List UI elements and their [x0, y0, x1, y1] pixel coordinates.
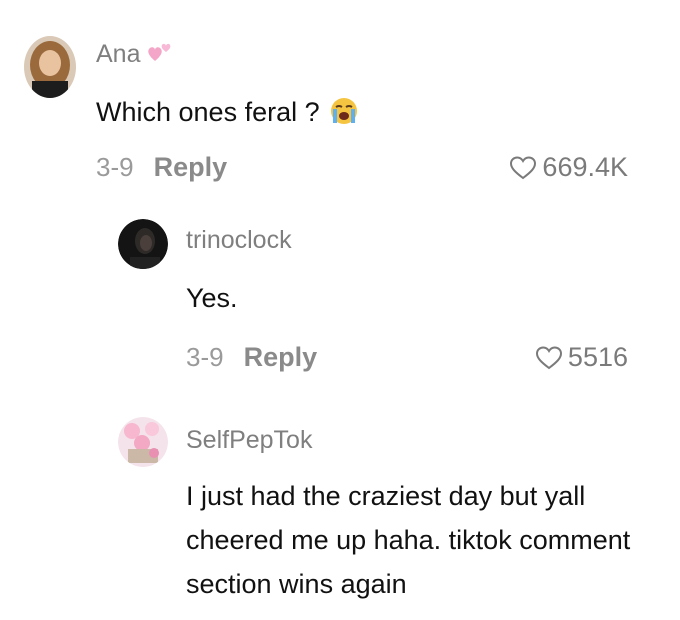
- comment-date: 3-9: [186, 342, 224, 372]
- username[interactable]: Ana: [96, 40, 173, 69]
- reply-button[interactable]: Reply: [154, 152, 228, 182]
- comment-date: 3-9: [96, 152, 134, 182]
- username[interactable]: trinoclock: [186, 226, 292, 255]
- comment-meta: 3-9 Reply: [96, 152, 227, 183]
- like-button[interactable]: 669.4K: [510, 152, 628, 183]
- heart-icon: [535, 345, 562, 369]
- avatar[interactable]: [118, 417, 168, 467]
- reply-button[interactable]: Reply: [244, 342, 318, 372]
- comment-meta: 3-9 Reply: [186, 342, 317, 373]
- loudly-crying-face-icon: [320, 97, 360, 127]
- pink-hearts-icon: [140, 40, 173, 68]
- comment-text: I just had the craziest day but yall che…: [186, 481, 631, 599]
- like-button[interactable]: 5516: [535, 342, 628, 373]
- avatar[interactable]: [24, 35, 76, 99]
- comment-text: Yes.: [186, 283, 238, 313]
- like-count: 5516: [567, 342, 628, 372]
- like-count: 669.4K: [542, 152, 628, 182]
- heart-icon: [510, 155, 537, 179]
- avatar[interactable]: [118, 219, 168, 269]
- comment-text: Which ones feral ?: [96, 90, 359, 134]
- username[interactable]: SelfPepTok: [186, 426, 312, 455]
